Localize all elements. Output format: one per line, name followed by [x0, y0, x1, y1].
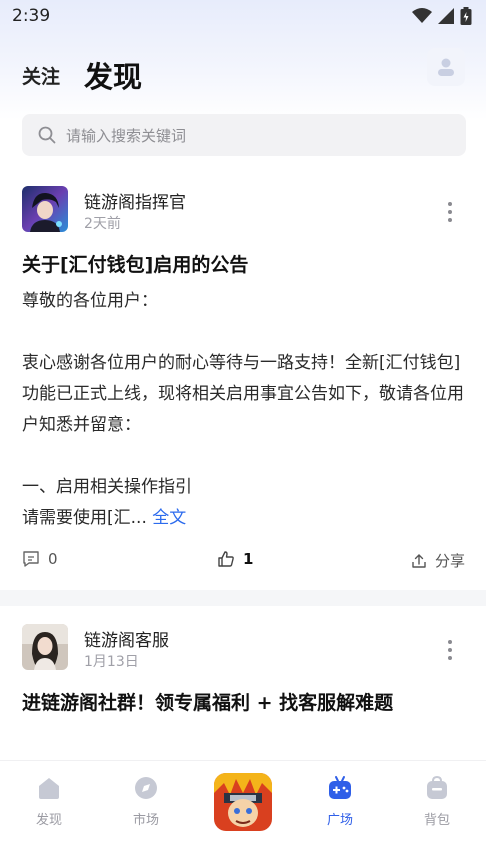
post-body[interactable]: 尊敬的各位用户： 衷心感谢各位用户的耐心等待与一路支持！全新[汇付钱包]功能已正… — [22, 286, 468, 534]
author-name[interactable]: 链游阁客服 — [84, 626, 169, 651]
full-text-link[interactable]: 全文 — [152, 508, 186, 528]
dot-icon — [448, 648, 452, 652]
user-icon — [438, 58, 454, 76]
status-icons — [412, 7, 472, 25]
share-icon — [412, 553, 426, 568]
post-divider — [0, 590, 486, 606]
search-input[interactable]: 请输入搜索关键词 — [66, 125, 186, 146]
nav-item-market[interactable]: 市场 — [106, 775, 186, 828]
home-icon — [39, 778, 59, 799]
nav-item-game-avatar[interactable] — [214, 773, 272, 831]
nav-label: 背包 — [423, 813, 450, 828]
dot-icon — [448, 210, 452, 214]
post-card[interactable]: 链游阁指挥官 2天前 关于[汇付钱包]启用的公告 尊敬的各位用户： 衷心感谢各位… — [0, 178, 486, 590]
bag-icon — [427, 775, 447, 799]
search-bar[interactable]: 请输入搜索关键词 — [22, 114, 466, 156]
dot-icon — [448, 640, 452, 644]
search-icon — [38, 126, 56, 144]
comment-button[interactable]: 0 — [22, 550, 58, 568]
dot-icon — [448, 202, 452, 206]
author-name[interactable]: 链游阁指挥官 — [84, 188, 186, 213]
nav-label: 市场 — [132, 813, 159, 828]
more-options-button[interactable] — [442, 200, 458, 224]
signal-icon — [438, 8, 454, 24]
nav-label: 广场 — [326, 813, 353, 828]
profile-button[interactable] — [427, 48, 465, 86]
post-body-last-line: 请需要使用[汇... 全文 — [22, 503, 468, 534]
compass-icon — [135, 777, 157, 799]
comment-count: 0 — [48, 550, 58, 568]
nav-label: 发现 — [35, 813, 62, 828]
author-avatar[interactable] — [22, 186, 68, 232]
post-time: 2天前 — [84, 216, 121, 232]
post-body-line — [22, 441, 468, 472]
post-truncated-text: 请需要使用[汇... — [22, 508, 147, 528]
share-label: 分享 — [435, 552, 466, 570]
bottom-navigation: 发现 市场 广场 背包 — [0, 760, 486, 864]
status-time: 2:39 — [12, 6, 51, 26]
like-count: 1 — [243, 550, 254, 568]
nav-item-backpack[interactable]: 背包 — [397, 775, 477, 828]
status-bar: 2:39 — [0, 0, 486, 32]
post-body-line: 衷心感谢各位用户的耐心等待与一路支持！全新[汇付钱包]功能已正式上线，现将相关启… — [22, 353, 464, 435]
thumbs-up-icon — [218, 551, 234, 567]
post-title[interactable]: 进链游阁社群！领专属福利 + 找客服解难题 — [22, 688, 393, 715]
tab-discover[interactable]: 发现 — [84, 54, 142, 96]
post-title[interactable]: 关于[汇付钱包]启用的公告 — [22, 250, 248, 277]
post-time: 1月13日 — [84, 654, 139, 670]
tab-follow[interactable]: 关注 — [22, 62, 60, 89]
nav-item-discover[interactable]: 发现 — [9, 775, 89, 828]
dot-icon — [448, 656, 452, 660]
gamepad-icon — [329, 776, 351, 799]
wifi-icon — [412, 8, 432, 23]
comment-icon — [23, 551, 39, 567]
more-options-button[interactable] — [442, 638, 458, 662]
battery-icon — [460, 7, 472, 25]
post-body-line: 尊敬的各位用户： — [22, 291, 158, 311]
top-header: 关注 发现 — [0, 46, 486, 102]
like-button[interactable]: 1 — [217, 550, 253, 568]
game-avatar — [214, 773, 272, 831]
post-card[interactable]: 链游阁客服 1月13日 进链游阁社群！领专属福利 + 找客服解难题 — [0, 606, 486, 756]
post-body-line: 一、启用相关操作指引 — [22, 477, 192, 497]
nav-item-plaza[interactable]: 广场 — [300, 775, 380, 828]
post-actions: 0 1 分享 — [0, 550, 486, 574]
dot-icon — [448, 218, 452, 222]
share-button[interactable]: 分享 — [411, 550, 465, 571]
post-body-line — [22, 317, 468, 348]
author-avatar[interactable] — [22, 624, 68, 670]
